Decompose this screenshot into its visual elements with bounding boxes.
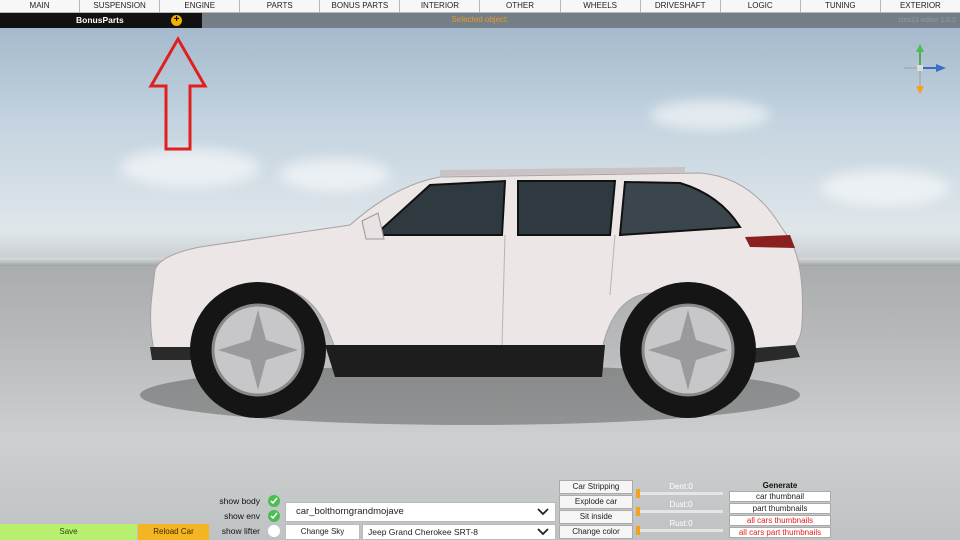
dent-slider[interactable]: Dent:0 bbox=[635, 482, 727, 498]
show-lifter-toggle[interactable]: show lifter bbox=[210, 524, 282, 539]
part-thumbnails-button[interactable]: part thumbnails bbox=[729, 503, 831, 514]
dent-label: Dent:0 bbox=[669, 482, 693, 491]
tab-engine[interactable]: ENGINE bbox=[160, 0, 241, 13]
tab-driveshaft[interactable]: DRIVESHAFT bbox=[640, 0, 721, 13]
tab-bonus-parts[interactable]: BONUS PARTS bbox=[320, 0, 401, 13]
annotation-arrow-icon bbox=[148, 36, 208, 151]
action-buttons: Car Stripping Explode car Sit inside Cha… bbox=[559, 480, 633, 540]
all-cars-thumbnails-button[interactable]: all cars thumbnails bbox=[729, 515, 831, 526]
explode-car-button[interactable]: Explode car bbox=[559, 495, 633, 509]
sub-bar: Selected object: BonusParts + bbox=[0, 13, 960, 28]
show-env-toggle[interactable]: show env bbox=[210, 509, 282, 524]
tab-other[interactable]: OTHER bbox=[480, 0, 561, 13]
dust-slider[interactable]: Dust:0 bbox=[635, 500, 727, 516]
slider-handle[interactable] bbox=[636, 489, 640, 498]
change-color-button[interactable]: Change color bbox=[559, 525, 633, 539]
tab-exterior[interactable]: EXTERIOR bbox=[880, 0, 960, 13]
top-menu: MAIN SUSPENSION ENGINE PARTS BONUS PARTS… bbox=[0, 0, 960, 13]
tab-wheels[interactable]: WHEELS bbox=[560, 0, 641, 13]
slider-track[interactable] bbox=[639, 492, 723, 495]
generate-panel: Generate car thumbnail part thumbnails a… bbox=[729, 481, 831, 539]
tab-suspension[interactable]: SUSPENSION bbox=[80, 0, 161, 13]
tab-main[interactable]: MAIN bbox=[0, 0, 81, 13]
rust-label: Rust:0 bbox=[669, 519, 693, 528]
chevron-down-icon bbox=[537, 508, 549, 516]
car-id-value: car_bolthorngrandmojave bbox=[296, 506, 404, 517]
check-icon bbox=[268, 510, 280, 522]
plus-circle-icon[interactable]: + bbox=[171, 15, 182, 26]
show-env-label: show env bbox=[224, 511, 260, 521]
version-label: cms21 editor 1.0.2 bbox=[898, 17, 956, 24]
slider-handle[interactable] bbox=[636, 507, 640, 516]
axis-gizmo-icon[interactable] bbox=[896, 42, 952, 96]
show-body-toggle[interactable]: show body bbox=[210, 494, 282, 509]
car-model-value: Jeep Grand Cherokee SRT-8 bbox=[368, 527, 478, 537]
slider-track[interactable] bbox=[639, 529, 723, 532]
3d-viewport[interactable] bbox=[0, 0, 960, 540]
dust-label: Dust:0 bbox=[669, 500, 693, 509]
cloud bbox=[650, 100, 770, 130]
reload-car-button[interactable]: Reload Car bbox=[138, 524, 209, 540]
rust-slider[interactable]: Rust:0 bbox=[635, 519, 727, 535]
section-label: BonusParts bbox=[76, 15, 124, 25]
show-body-label: show body bbox=[219, 496, 260, 506]
tab-interior[interactable]: INTERIOR bbox=[400, 0, 481, 13]
car-model-select[interactable]: Jeep Grand Cherokee SRT-8 bbox=[362, 524, 556, 540]
save-button[interactable]: Save bbox=[0, 524, 137, 540]
generate-title: Generate bbox=[762, 481, 798, 490]
car-model[interactable] bbox=[140, 155, 810, 430]
cloud bbox=[820, 170, 950, 206]
car-stripping-button[interactable]: Car Stripping bbox=[559, 480, 633, 494]
car-thumbnail-button[interactable]: car thumbnail bbox=[729, 491, 831, 502]
sit-inside-button[interactable]: Sit inside bbox=[559, 510, 633, 524]
unchecked-circle-icon bbox=[268, 525, 280, 537]
slider-track[interactable] bbox=[639, 510, 723, 513]
tab-logic[interactable]: LOGIC bbox=[720, 0, 801, 13]
check-icon bbox=[268, 495, 280, 507]
car-id-select[interactable]: car_bolthorngrandmojave bbox=[285, 502, 556, 522]
tab-tuning[interactable]: TUNING bbox=[800, 0, 881, 13]
show-lifter-label: show lifter bbox=[221, 526, 260, 536]
tab-parts[interactable]: PARTS bbox=[240, 0, 321, 13]
chevron-down-icon bbox=[537, 528, 549, 536]
change-sky-button[interactable]: Change Sky bbox=[285, 524, 360, 540]
slider-handle[interactable] bbox=[636, 526, 640, 535]
all-cars-part-thumbnails-button[interactable]: all cars part thumbnails bbox=[729, 527, 831, 538]
section-header: BonusParts + bbox=[0, 13, 202, 28]
